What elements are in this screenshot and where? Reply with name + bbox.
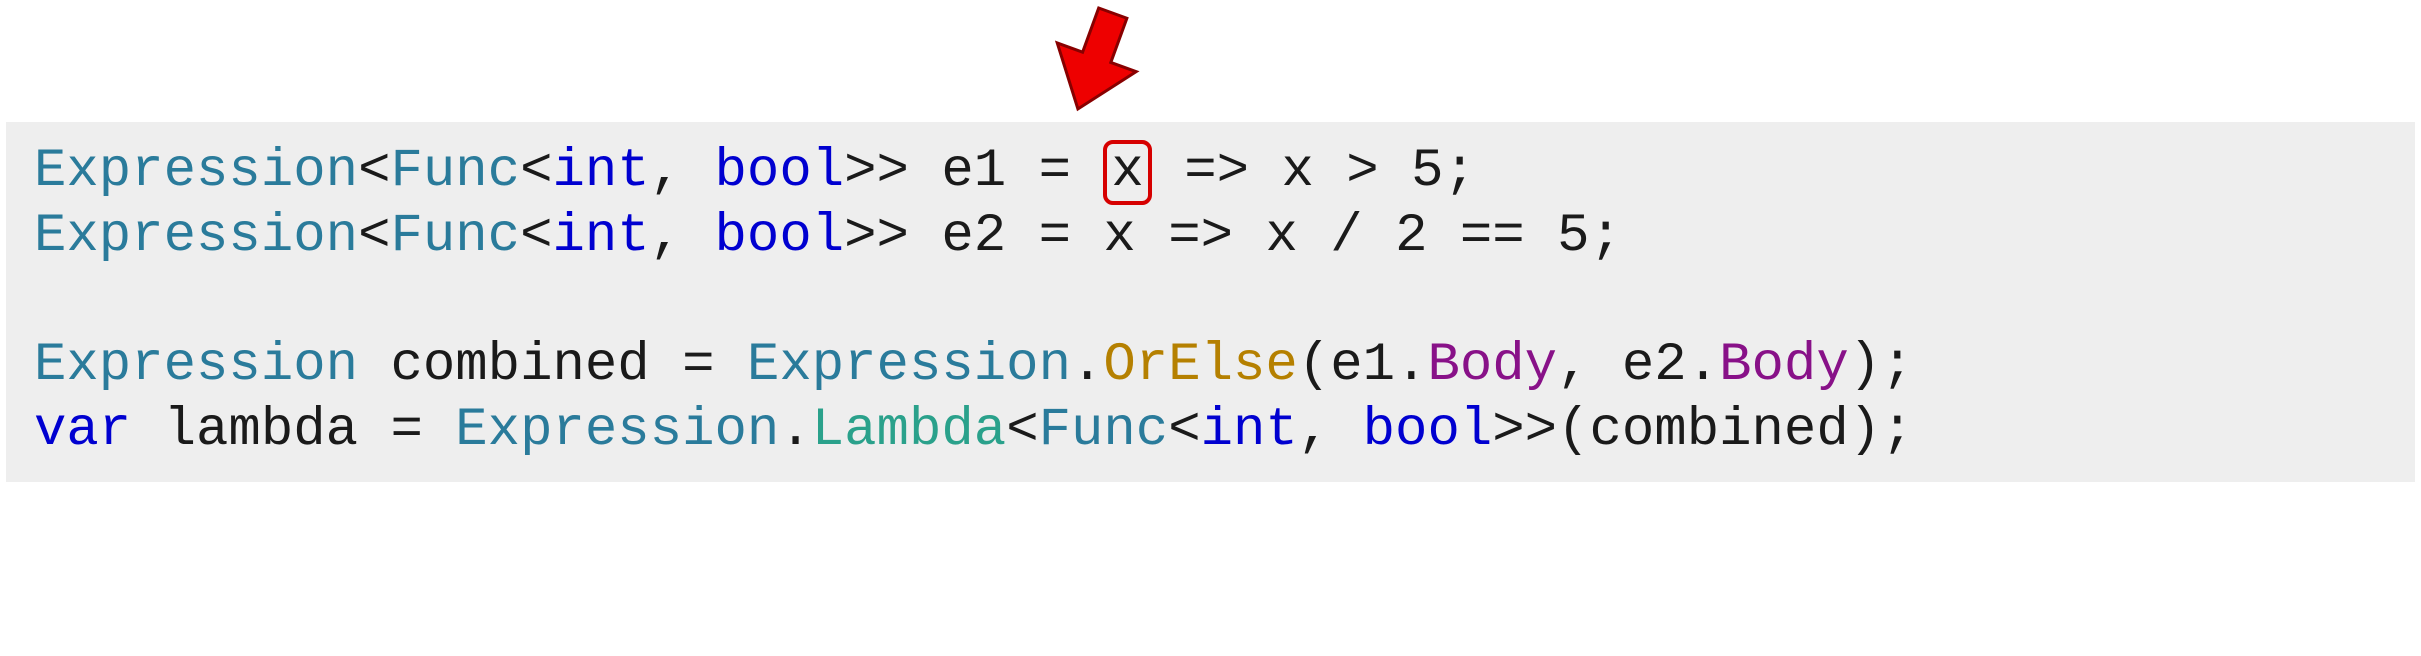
var-lambda: lambda — [164, 400, 358, 461]
blank-line — [34, 270, 2387, 335]
method-lambda: Lambda — [812, 400, 1006, 461]
down-arrow-icon — [1035, 2, 1155, 122]
var-e2: e2 — [941, 206, 1006, 267]
type-expression: Expression — [34, 141, 358, 202]
highlighted-parameter: x — [1103, 140, 1151, 205]
prop-body: Body — [1427, 335, 1557, 396]
type-func: Func — [390, 141, 520, 202]
code-line-4: var lambda = Expression.Lambda<Func<int,… — [34, 399, 2387, 464]
method-orelse: OrElse — [1103, 335, 1297, 396]
keyword-int: int — [553, 141, 650, 202]
keyword-var: var — [34, 400, 131, 461]
annotation-arrow — [1035, 2, 1155, 127]
keyword-bool: bool — [715, 141, 845, 202]
code-line-2: Expression<Func<int, bool>> e2 = x => x … — [34, 205, 2387, 270]
var-e1: e1 — [941, 141, 1006, 202]
code-snippet: Expression<Func<int, bool>> e1 = x => x … — [6, 122, 2415, 482]
code-line-3: Expression combined = Expression.OrElse(… — [34, 334, 2387, 399]
var-combined: combined — [390, 335, 649, 396]
code-line-1: Expression<Func<int, bool>> e1 = x => x … — [34, 140, 2387, 205]
